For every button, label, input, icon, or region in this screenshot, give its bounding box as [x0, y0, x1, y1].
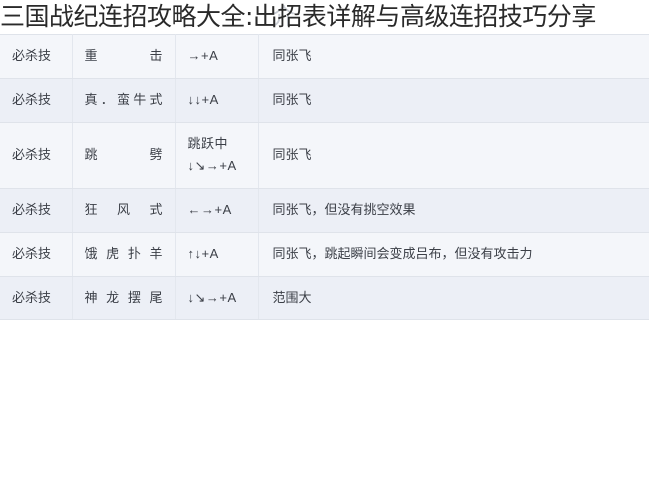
cell-move-type: 必杀技 — [0, 77, 73, 123]
cell-move-name: 狂风式 — [72, 188, 176, 233]
move-list-table: 必杀技 重击 →+A 同张飞 必杀技 真．蛮牛式 ↓↓+A 同张飞 必杀技 跳劈… — [0, 34, 649, 321]
table-row: 必杀技 神龙摆尾 ↓↘→+A 范围大 — [0, 275, 649, 321]
cell-move-command: ←→+A — [175, 188, 259, 233]
cell-move-name: 跳劈 — [72, 121, 176, 189]
cell-move-note: 同张飞 — [258, 34, 649, 79]
cell-move-name: 神龙摆尾 — [72, 275, 176, 321]
watermark-character: 介 — [272, 4, 295, 30]
page-title: 三国战纪连招攻略大全:出招表详解与高级连招技巧分享 — [0, 2, 596, 31]
cell-move-note: 同张飞 — [258, 121, 649, 189]
cell-move-name: 真．蛮牛式 — [72, 77, 176, 123]
move-list-body: 必杀技 重击 →+A 同张飞 必杀技 真．蛮牛式 ↓↓+A 同张飞 必杀技 跳劈… — [0, 34, 649, 321]
cell-move-name: 饿虎扑羊 — [72, 231, 176, 277]
cell-move-command: ↓↘→+A — [175, 275, 259, 321]
cell-move-command: ↑↓+A — [175, 231, 259, 277]
cell-move-type: 必杀技 — [0, 275, 73, 321]
cell-move-name: 重击 — [72, 34, 176, 79]
table-row: 必杀技 真．蛮牛式 ↓↓+A 同张飞 — [0, 77, 649, 123]
table-row: 必杀技 跳劈 跳跃中↓↘→+A 同张飞 — [0, 121, 649, 189]
cell-move-note: 同张飞 — [258, 77, 649, 123]
cell-move-note: 同张飞，跳起瞬间会变成吕布，但没有攻击力 — [258, 231, 649, 277]
cell-move-command: →+A — [175, 34, 259, 79]
table-row: 必杀技 饿虎扑羊 ↑↓+A 同张飞，跳起瞬间会变成吕布，但没有攻击力 — [0, 231, 649, 277]
cell-move-note: 同张飞，但没有挑空效果 — [258, 188, 649, 233]
table-row: 必杀技 狂风式 ←→+A 同张飞，但没有挑空效果 — [0, 188, 649, 233]
cell-move-type: 必杀技 — [0, 188, 73, 233]
cell-move-type: 必杀技 — [0, 34, 73, 79]
cell-move-command: 跳跃中↓↘→+A — [175, 121, 259, 189]
cell-move-command: ↓↓+A — [175, 77, 259, 123]
cell-move-type: 必杀技 — [0, 231, 73, 277]
cell-move-type: 必杀技 — [0, 121, 73, 189]
table-row: 必杀技 重击 →+A 同张飞 — [0, 34, 649, 79]
cell-move-note: 范围大 — [258, 275, 649, 321]
